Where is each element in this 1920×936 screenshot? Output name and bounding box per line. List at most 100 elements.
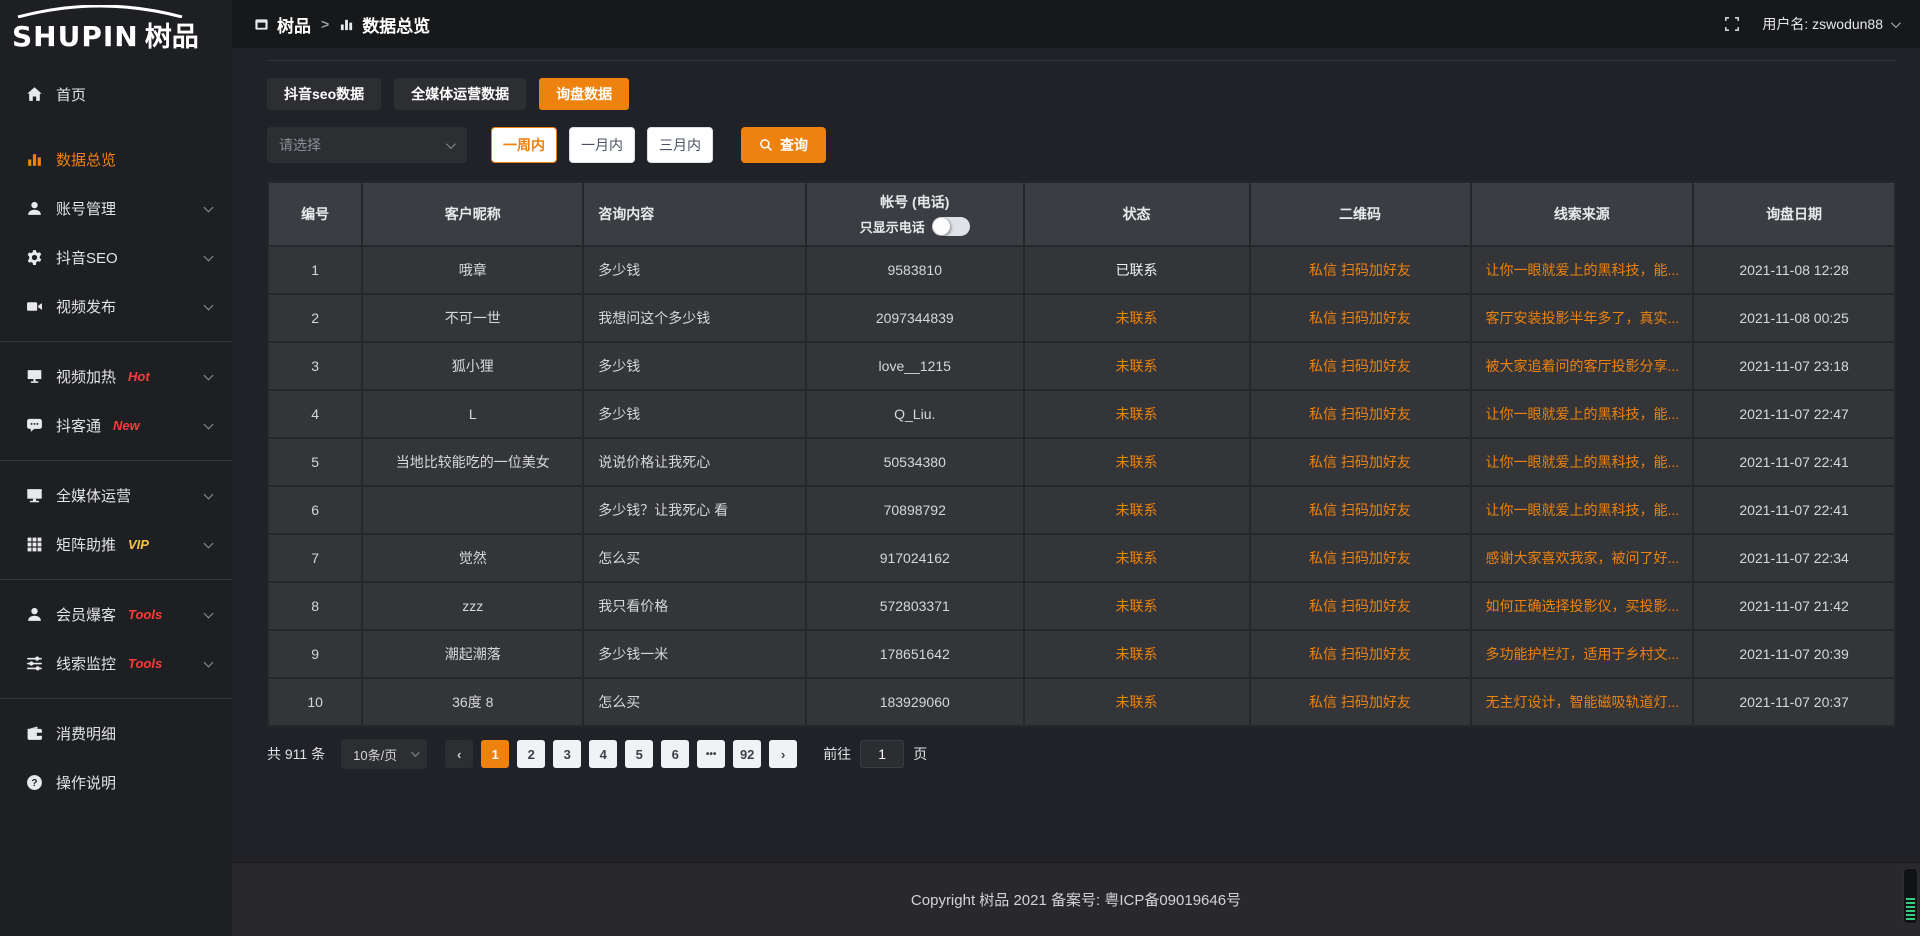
sidebar-item[interactable]: 会员爆客Tools [0,590,232,639]
source-cell[interactable]: 多功能护栏灯，适用于乡村文... [1472,629,1695,677]
source-cell[interactable]: 让你一眼就爱上的黑科技，能... [1472,389,1695,437]
tab-button[interactable]: 询盘数据 [539,78,629,110]
breadcrumb-page-label: 数据总览 [362,12,430,37]
chevron-down-icon [446,139,456,149]
sidebar-item[interactable]: 线索监控Tools [0,639,232,688]
sidebar-item[interactable]: 消费明细 [0,709,232,758]
sidebar-item-label: 线索监控 [56,653,116,674]
prev-page-button[interactable]: ‹ [445,740,473,768]
source-cell[interactable]: 被大家追着问的客厅投影分享... [1472,341,1695,389]
page-button[interactable]: 1 [481,740,509,768]
sidebar-item[interactable]: 首页 [0,70,232,119]
page-size-select[interactable]: 10条/页 [341,739,427,769]
chevron-down-icon [204,420,214,430]
page-button[interactable]: 92 [733,740,761,768]
qrcode-cell[interactable]: 私信 扫码加好友 [1251,677,1472,725]
date-cell: 2021-11-07 22:41 [1694,437,1894,485]
page-button[interactable]: 6 [661,740,689,768]
sidebar-item[interactable]: 抖客通New [0,401,232,450]
qrcode-cell[interactable]: 私信 扫码加好友 [1251,533,1472,581]
source-cell[interactable]: 感谢大家喜欢我家，被问了好... [1472,533,1695,581]
inquiry-cell: 我只看价格 [584,581,807,629]
tab-button[interactable]: 抖音seo数据 [267,78,381,110]
next-page-button[interactable]: › [769,740,797,768]
sidebar-item[interactable]: 抖音SEO [0,233,232,282]
qrcode-cell[interactable]: 私信 扫码加好友 [1251,389,1472,437]
more-pages-button[interactable]: ••• [697,740,725,768]
col-account: 帐号 (电话) 只显示电话 [807,183,1025,245]
inquiry-table: 编号 客户昵称 咨询内容 帐号 (电话) 只显示电话 状态 [267,181,1896,727]
query-button[interactable]: 查询 [741,127,826,163]
account-cell: 70898792 [807,485,1025,533]
person-icon [26,606,43,623]
sidebar-item[interactable]: ?操作说明 [0,758,232,807]
app-logo: SHUPIN树品 [0,0,232,58]
table-row: 2不可一世我想问这个多少钱2097344839未联系私信 扫码加好友客厅安装投影… [269,293,1894,341]
fullscreen-icon[interactable] [1724,16,1740,32]
breadcrumb-app[interactable]: 树品 [254,12,311,37]
page-button[interactable]: 3 [553,740,581,768]
range-button[interactable]: 一月内 [569,127,635,163]
date-cell: 2021-11-08 00:25 [1694,293,1894,341]
green-bars-icon [1906,896,1915,920]
chevron-down-icon [204,490,214,500]
qrcode-cell[interactable]: 私信 扫码加好友 [1251,341,1472,389]
goto-page-input[interactable] [860,740,904,768]
content: 抖音seo数据全媒体运营数据询盘数据 请选择 一周内一月内三月内 查询 [232,48,1920,862]
account-cell: Q_Liu. [807,389,1025,437]
sidebar-item[interactable]: 视频加热Hot [0,352,232,401]
source-cell[interactable]: 让你一眼就爱上的黑科技，能... [1472,245,1695,293]
qrcode-cell[interactable]: 私信 扫码加好友 [1251,437,1472,485]
nickname-cell: L [363,389,584,437]
inquiry-cell: 多少钱 [584,245,807,293]
account-cell: 2097344839 [807,293,1025,341]
status-cell: 未联系 [1025,485,1251,533]
sidebar-item[interactable]: 矩阵助推VIP [0,520,232,569]
source-cell[interactable]: 无主灯设计，智能磁吸轨道灯... [1472,677,1695,725]
sidebar-item[interactable]: 数据总览 [0,135,232,184]
source-cell[interactable]: 让你一眼就爱上的黑科技，能... [1472,485,1695,533]
account-select[interactable]: 请选择 [267,127,467,163]
sidebar-item[interactable]: 视频发布 [0,282,232,331]
page-button[interactable]: 4 [589,740,617,768]
inquiry-cell: 多少钱？让我死心 看 [584,485,807,533]
user-icon [26,200,43,217]
sidebar-item[interactable]: 全媒体运营 [0,471,232,520]
status-cell: 未联系 [1025,677,1251,725]
qrcode-cell[interactable]: 私信 扫码加好友 [1251,245,1472,293]
inquiry-cell: 怎么买 [584,677,807,725]
sidebar-item[interactable]: 账号管理 [0,184,232,233]
sidebar-item-label: 矩阵助推 [56,534,116,555]
chevron-down-icon [204,301,214,311]
range-button[interactable]: 一周内 [491,127,557,163]
qrcode-cell[interactable]: 私信 扫码加好友 [1251,293,1472,341]
phone-only-label: 只显示电话 [860,217,925,236]
copyright-text: Copyright 树品 2021 备案号: 粤ICP备09019646号 [911,889,1241,910]
tab-button[interactable]: 全媒体运营数据 [394,78,526,110]
status-badge: 未联系 [1116,358,1158,374]
account-cell: 572803371 [807,581,1025,629]
screen-icon [26,368,43,385]
source-cell[interactable]: 让你一眼就爱上的黑科技，能... [1472,437,1695,485]
table-row: 1哦章多少钱9583810已联系私信 扫码加好友让你一眼就爱上的黑科技，能...… [269,245,1894,293]
source-cell[interactable]: 客厅安装投影半年多了，真实... [1472,293,1695,341]
col-account-label: 帐号 (电话) [807,192,1023,212]
breadcrumb-page[interactable]: 数据总览 [339,12,430,37]
nickname-cell: 觉然 [363,533,584,581]
qrcode-cell[interactable]: 私信 扫码加好友 [1251,485,1472,533]
page-button[interactable]: 2 [517,740,545,768]
inquiry-table-wrap: 编号 客户昵称 咨询内容 帐号 (电话) 只显示电话 状态 [267,181,1896,727]
row-index-cell: 5 [269,437,363,485]
table-row: 3狐小狸多少钱love__1215未联系私信 扫码加好友被大家追着问的客厅投影分… [269,341,1894,389]
qrcode-cell[interactable]: 私信 扫码加好友 [1251,629,1472,677]
source-cell[interactable]: 如何正确选择投影仪，买投影... [1472,581,1695,629]
range-button[interactable]: 三月内 [647,127,713,163]
row-index-cell: 3 [269,341,363,389]
performance-monitor-widget[interactable] [1903,868,1918,924]
col-id: 编号 [269,183,363,245]
user-menu[interactable]: 用户名: zswodun88 [1762,14,1898,34]
table-row: 7觉然怎么买917024162未联系私信 扫码加好友感谢大家喜欢我家，被问了好.… [269,533,1894,581]
page-button[interactable]: 5 [625,740,653,768]
qrcode-cell[interactable]: 私信 扫码加好友 [1251,581,1472,629]
phone-only-toggle[interactable] [932,217,970,236]
